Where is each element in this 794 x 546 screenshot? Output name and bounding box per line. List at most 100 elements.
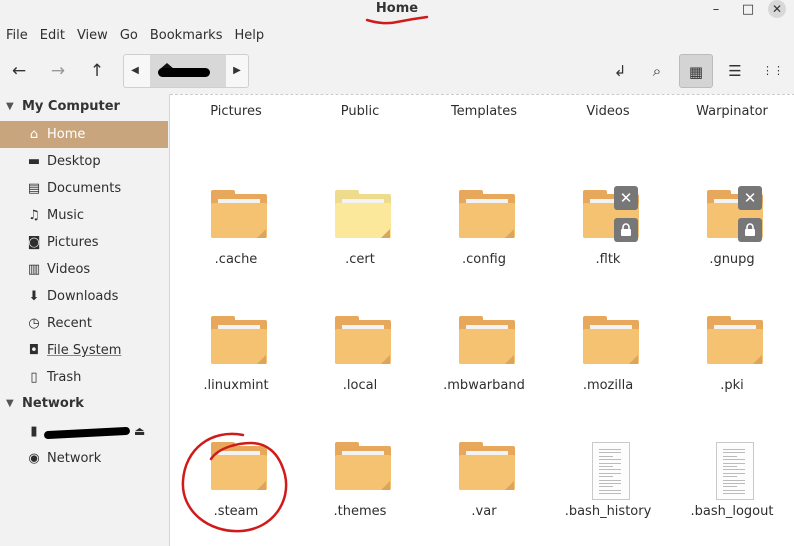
toggle-location-button[interactable]: ↲ <box>603 54 637 88</box>
up-button[interactable]: ↑ <box>82 54 112 88</box>
lock-emblem-icon <box>738 218 762 242</box>
file-item[interactable]: .config <box>422 190 546 300</box>
file-item[interactable]: .var <box>422 442 546 546</box>
maximize-button[interactable]: □ <box>740 2 756 18</box>
title-underline-annotation <box>365 15 429 25</box>
folder-icon <box>582 316 640 368</box>
file-item[interactable]: Warpinator <box>670 94 794 192</box>
file-name: .bash_logout <box>690 504 774 519</box>
section-header-network[interactable]: ▼ Network <box>0 391 168 417</box>
file-name: Templates <box>450 104 518 119</box>
file-item[interactable]: .cache <box>174 190 298 300</box>
folder-icon <box>334 190 392 242</box>
folder-icon <box>334 316 392 368</box>
sidebar-item-downloads[interactable]: ⬇ Downloads <box>0 283 168 310</box>
forward-button[interactable]: → <box>43 54 73 88</box>
search-button[interactable]: ⌕ <box>640 54 674 88</box>
desktop-icon: ▬ <box>27 154 41 169</box>
path-scroll-right-icon[interactable]: ▶ <box>226 55 248 87</box>
file-name: .themes <box>333 504 387 519</box>
sidebar-item-file-system[interactable]: ◘ File System <box>0 337 168 364</box>
redaction-mark <box>43 426 131 440</box>
folder-icon <box>334 442 392 494</box>
music-icon: ♫ <box>28 208 40 223</box>
file-name: Videos <box>586 104 630 119</box>
downloads-icon: ⬇ <box>28 289 40 304</box>
menu-view[interactable]: View <box>71 26 114 46</box>
file-item[interactable]: Public <box>298 94 422 192</box>
file-name: .config <box>462 252 506 267</box>
file-name: .cache <box>214 252 258 267</box>
recent-icon: ◷ <box>28 316 40 331</box>
eject-icon[interactable]: ⏏ <box>134 418 145 445</box>
folder-icon <box>458 442 516 494</box>
file-item[interactable]: .themes <box>298 442 422 546</box>
file-name: .cert <box>345 252 375 267</box>
trash-icon: ▯ <box>30 370 38 385</box>
unreadable-emblem-icon: ✕ <box>738 186 762 210</box>
pictures-icon: ◙ <box>27 235 41 250</box>
file-name: .local <box>342 378 378 393</box>
sidebar-item-network[interactable]: ◉ Network <box>0 445 168 472</box>
list-view-button[interactable]: ☰ <box>718 54 752 88</box>
file-item[interactable]: Videos <box>546 94 670 192</box>
file-item[interactable]: .pki <box>670 316 794 426</box>
compact-view-button[interactable]: ⋮⋮ <box>756 54 790 88</box>
file-item[interactable]: .cert <box>298 190 422 300</box>
menu-file[interactable]: File <box>0 26 34 46</box>
close-button[interactable]: ✕ <box>768 0 786 18</box>
file-item[interactable]: ✕ .fltk <box>546 186 670 300</box>
file-item[interactable]: .mozilla <box>546 316 670 426</box>
collapse-triangle-icon: ▼ <box>6 398 14 409</box>
path-scroll-left-icon[interactable]: ◀ <box>124 55 146 87</box>
home-icon: ⌂ <box>29 127 39 142</box>
folder-icon <box>210 190 268 242</box>
titlebar[interactable]: Home – □ ✕ <box>0 0 794 25</box>
redaction-mark <box>158 68 210 77</box>
steam-circle-annotation <box>181 432 288 533</box>
folder-icon <box>458 190 516 242</box>
file-item[interactable]: .mbwarband <box>422 316 546 426</box>
folder-icon <box>706 316 764 368</box>
menu-bookmarks[interactable]: Bookmarks <box>144 26 229 46</box>
videos-icon: ▥ <box>27 262 41 277</box>
icon-view-button[interactable]: ▦ <box>679 54 713 88</box>
file-item[interactable]: .linuxmint <box>174 316 298 426</box>
file-item[interactable]: Templates <box>422 94 546 192</box>
file-name: .pki <box>720 378 744 393</box>
back-button[interactable]: ← <box>4 54 34 88</box>
file-item[interactable]: .bash_history <box>546 442 670 546</box>
file-name: Pictures <box>210 104 262 119</box>
file-name: Public <box>340 104 380 119</box>
text-file-icon <box>716 442 754 500</box>
menu-help[interactable]: Help <box>228 26 270 46</box>
file-name: .mozilla <box>582 378 634 393</box>
section-header-my-computer[interactable]: ▼ My Computer <box>0 94 168 120</box>
lock-emblem-icon <box>614 218 638 242</box>
file-item[interactable]: Pictures <box>174 94 298 192</box>
file-item[interactable]: .local <box>298 316 422 426</box>
menubar: File Edit View Go Bookmarks Help <box>0 26 270 46</box>
sidebar-item-music[interactable]: ♫ Music <box>0 202 168 229</box>
folder-icon <box>458 316 516 368</box>
file-name: .gnupg <box>709 252 755 267</box>
file-name: Warpinator <box>696 104 768 119</box>
documents-icon: ▤ <box>27 181 41 196</box>
file-name: .fltk <box>595 252 621 267</box>
text-file-icon <box>592 442 630 500</box>
sidebar-item-desktop[interactable]: ▬ Desktop <box>0 148 168 175</box>
filesystem-icon: ◘ <box>28 343 40 358</box>
sidebar-item-network-drive[interactable]: ▮ ⏏ <box>0 418 168 445</box>
sidebar-item-recent[interactable]: ◷ Recent <box>0 310 168 337</box>
sidebar-item-videos[interactable]: ▥ Videos <box>0 256 168 283</box>
menu-go[interactable]: Go <box>114 26 144 46</box>
menu-edit[interactable]: Edit <box>34 26 71 46</box>
file-item[interactable]: .bash_logout <box>670 442 794 546</box>
toolbar: ← → ↑ ◀ ▶ ↲ ⌕ ▦ ☰ ⋮⋮ <box>0 52 794 90</box>
sidebar-item-documents[interactable]: ▤ Documents <box>0 175 168 202</box>
file-item[interactable]: ✕ .gnupg <box>670 186 794 300</box>
sidebar-item-pictures[interactable]: ◙ Pictures <box>0 229 168 256</box>
sidebar-item-home[interactable]: ⌂ Home <box>0 121 168 148</box>
minimize-button[interactable]: – <box>708 2 724 18</box>
sidebar-item-trash[interactable]: ▯ Trash <box>0 364 168 391</box>
